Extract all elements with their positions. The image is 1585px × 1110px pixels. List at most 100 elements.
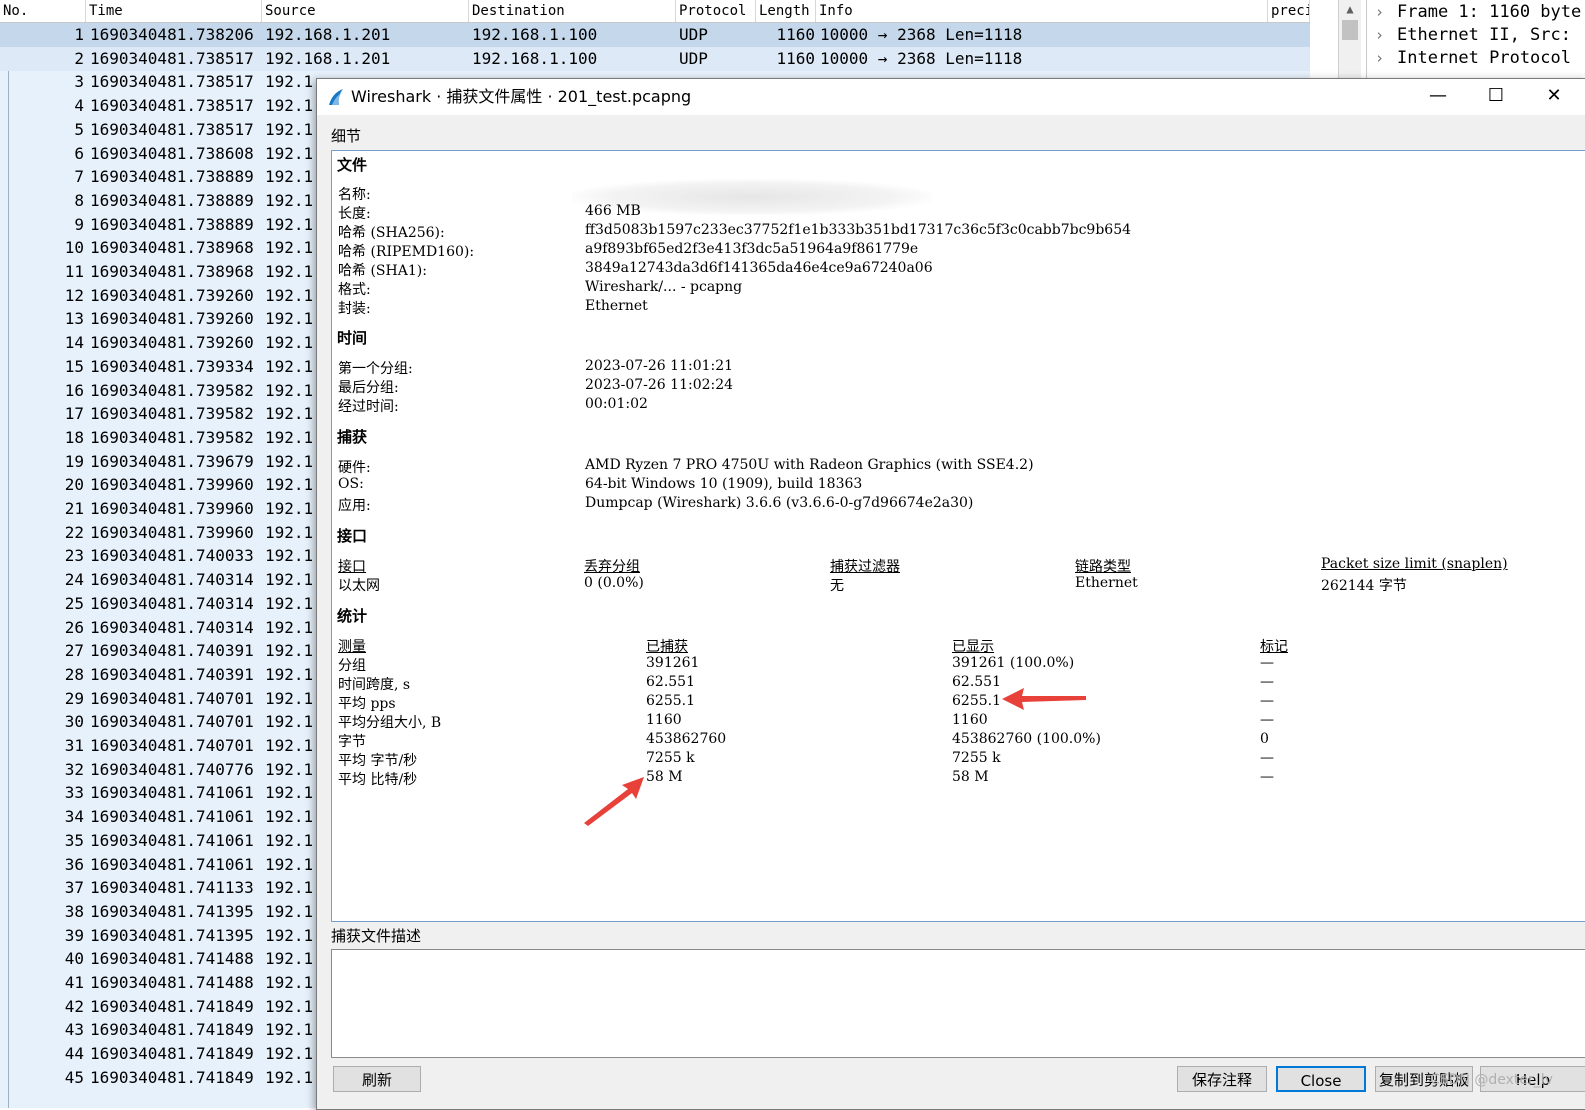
- details-text-area[interactable]: 文件 名称: 长度: 466 MB 哈希 (SHA256): ff3d5083b…: [331, 150, 1585, 922]
- packet-time: 1690340481.741061: [90, 783, 254, 803]
- packet-source: 192.1: [265, 593, 314, 613]
- column-destination[interactable]: Destination: [469, 0, 676, 22]
- packet-source: 192.1: [265, 570, 314, 590]
- column-info[interactable]: Info: [816, 0, 1268, 22]
- packet-no: 11: [64, 262, 84, 281]
- stat-captured: 58 M: [646, 769, 683, 785]
- elapsed-label: 经过时间:: [338, 399, 399, 415]
- packet-no: 3: [74, 72, 84, 92]
- stat-captured: 1160: [646, 712, 682, 728]
- packet-time: 1690340481.738889: [90, 190, 254, 210]
- stat-displayed: 391261 (100.0%): [952, 655, 1075, 671]
- packet-no: 2: [74, 48, 84, 68]
- chevron-right-icon[interactable]: ›: [1375, 0, 1384, 24]
- packet-no: 28: [64, 664, 84, 684]
- packet-no: 20: [64, 475, 84, 495]
- stat-measure: 平均 比特/秒: [338, 772, 418, 788]
- packet-no: 32: [64, 759, 84, 779]
- length-value: 466 MB: [585, 203, 641, 219]
- packet-source: 192.1: [265, 546, 314, 566]
- packet-time: 1690340481.741061: [90, 854, 254, 874]
- packet-time: 1690340481.741488: [90, 949, 254, 969]
- encap-value: Ethernet: [585, 298, 648, 314]
- stat-marked: —: [1260, 655, 1274, 671]
- packet-time: 1690340481.741849: [90, 1067, 254, 1087]
- window-close-button[interactable]: ✕: [1525, 79, 1583, 115]
- dialog-title: Wireshark · 捕获文件属性 · 201_test.pcapng: [351, 87, 692, 106]
- packet-time: 1690340481.740314: [90, 570, 254, 590]
- packet-no: 12: [64, 285, 84, 305]
- close-button[interactable]: Close: [1276, 1066, 1366, 1092]
- packet-no: 19: [64, 451, 84, 471]
- stats-col-marked: 标记: [1260, 639, 1288, 655]
- column-protocol[interactable]: Protocol: [676, 0, 756, 22]
- packet-time: 1690340481.739582: [90, 404, 254, 424]
- packet-info: 10000 → 2368 Len=1118: [820, 25, 1023, 44]
- packet-source: 192.1: [265, 167, 314, 187]
- packet-no: 21: [64, 499, 84, 518]
- sha256-value: ff3d5083b1597c233ec37752f1e1b333b351bd17…: [585, 222, 1132, 238]
- refresh-button[interactable]: 刷新: [333, 1066, 421, 1092]
- packet-destination: 192.168.1.100: [472, 48, 598, 68]
- packet-time: 1690340481.738968: [90, 262, 254, 281]
- iface-dropped: 0 (0.0%): [584, 575, 644, 591]
- column-time[interactable]: Time: [86, 0, 262, 22]
- packet-source: 192.1: [265, 96, 314, 116]
- column-no[interactable]: No.: [0, 0, 86, 22]
- hardware-value: AMD Ryzen 7 PRO 4750U with Radeon Graphi…: [585, 457, 1034, 473]
- hardware-label: 硬件:: [338, 460, 371, 476]
- packet-source: 192.1: [265, 1067, 314, 1087]
- packet-no: 5: [74, 119, 84, 139]
- packet-source: 192.1: [265, 617, 314, 637]
- save-comments-button[interactable]: 保存注释: [1177, 1066, 1267, 1092]
- packet-time: 1690340481.738968: [90, 238, 254, 258]
- os-value: 64-bit Windows 10 (1909), build 18363: [585, 476, 863, 492]
- minimize-button[interactable]: —: [1409, 79, 1467, 115]
- packet-no: 17: [64, 404, 84, 424]
- scroll-up-icon[interactable]: ▲: [1339, 0, 1361, 18]
- detail-label: Ethernet II, Src:: [1397, 25, 1571, 45]
- length-label: 长度:: [338, 206, 371, 222]
- packet-no: 33: [64, 783, 84, 803]
- packet-time: 1690340481.741395: [90, 901, 254, 921]
- column-preci[interactable]: preci: [1268, 0, 1310, 22]
- packet-length: 1160: [776, 48, 815, 68]
- chevron-right-icon[interactable]: ›: [1375, 46, 1384, 70]
- packet-source: 192.1: [265, 262, 314, 281]
- table-row[interactable]: 2 1690340481.738517 192.168.1.201 192.168.1…: [0, 46, 1310, 71]
- packet-source: 192.1: [265, 499, 314, 518]
- packet-no: 29: [64, 688, 84, 708]
- packet-source: 192.1: [265, 759, 314, 779]
- encap-label: 封装:: [338, 301, 371, 317]
- stats-heading: 统计: [337, 607, 368, 625]
- packet-time: 1690340481.740033: [90, 546, 254, 566]
- column-length[interactable]: Length: [756, 0, 816, 22]
- title-bar[interactable]: Wireshark · 捕获文件属性 · 201_test.pcapng — ☐…: [317, 79, 1585, 115]
- packet-time: 1690340481.740314: [90, 593, 254, 613]
- packet-time: 1690340481.741395: [90, 925, 254, 945]
- packet-source: 192.1: [265, 238, 314, 258]
- column-source[interactable]: Source: [262, 0, 469, 22]
- packet-no: 39: [64, 925, 84, 945]
- description-textarea[interactable]: [331, 949, 1585, 1058]
- stat-measure: 时间跨度, s: [338, 677, 411, 693]
- chevron-right-icon[interactable]: ›: [1375, 23, 1384, 47]
- maximize-button[interactable]: ☐: [1467, 79, 1525, 115]
- packet-no: 14: [64, 333, 84, 353]
- table-row[interactable]: 1 1690340481.738206 192.168.1.201 192.168.1…: [0, 23, 1310, 47]
- packet-source: 192.1: [265, 1020, 314, 1040]
- packet-source: 192.168.1.201: [265, 25, 391, 44]
- scroll-thumb[interactable]: [1342, 20, 1358, 40]
- packet-source: 192.1: [265, 712, 314, 732]
- sha1-label: 哈希 (SHA1):: [338, 263, 427, 279]
- stat-measure: 字节: [338, 734, 366, 750]
- stat-marked: —: [1260, 769, 1274, 785]
- packet-time: 1690340481.740391: [90, 641, 254, 661]
- interfaces-heading: 接口: [337, 527, 368, 545]
- stat-marked: —: [1260, 693, 1274, 709]
- iface-col-dropped: 丢弃分组: [584, 559, 640, 575]
- packet-source: 192.1: [265, 783, 314, 803]
- packet-no: 34: [64, 807, 84, 827]
- packet-source: 192.1: [265, 404, 314, 424]
- stat-displayed: 453862760 (100.0%): [952, 731, 1101, 747]
